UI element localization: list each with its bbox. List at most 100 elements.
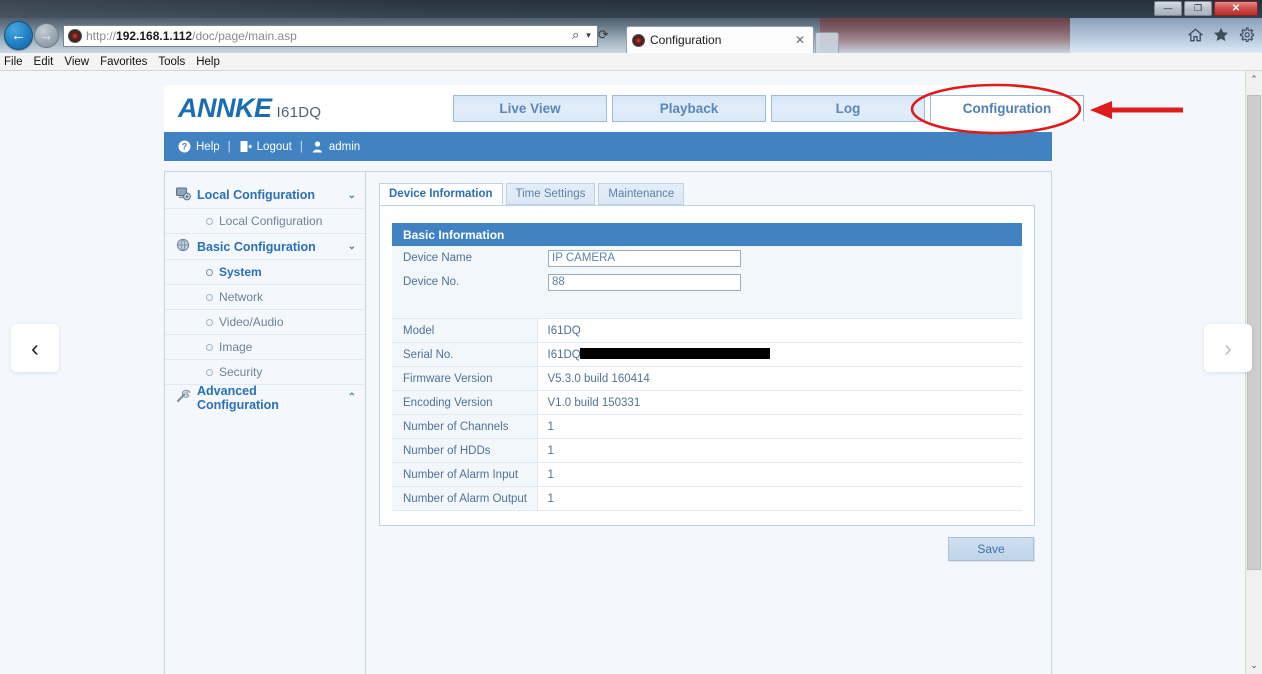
row-label-number-of-hdds: Number of HDDs	[392, 439, 537, 463]
logout-door-icon	[239, 140, 252, 153]
sidebar-item-security[interactable]: Security	[165, 359, 365, 384]
sidebar-group-label: Advanced Configuration	[197, 384, 342, 412]
sidebar-item-label: Image	[219, 340, 252, 354]
page-viewport: ANNKE I61DQ Live View Playback Log Confi…	[0, 71, 1245, 674]
menu-item-view[interactable]: View	[64, 56, 89, 68]
tab-log[interactable]: Log	[771, 95, 925, 122]
radio-bullet-icon	[206, 269, 213, 276]
browser-tab-strip: Configuration ✕	[626, 26, 839, 53]
sub-tab-time-settings[interactable]: Time Settings	[506, 183, 596, 205]
tools-gear-icon[interactable]	[1239, 27, 1254, 42]
row-label-model: Model	[392, 319, 537, 343]
radio-bullet-icon	[206, 369, 213, 376]
browser-tab-configuration[interactable]: Configuration ✕	[626, 26, 814, 53]
url-text: http://192.168.1.112/doc/page/main.asp	[86, 29, 297, 43]
previous-image-button[interactable]: ‹	[11, 324, 59, 372]
title-bar-gloss	[0, 0, 700, 18]
menu-item-edit[interactable]: Edit	[34, 56, 54, 68]
editable-fields-table: Device Name Device No.	[392, 246, 1022, 318]
sidebar-item-video-audio[interactable]: Video/Audio	[165, 309, 365, 334]
help-question-icon: ?	[178, 140, 191, 153]
next-image-button[interactable]: ›	[1204, 324, 1252, 372]
table-row: Model I61DQ	[392, 319, 1022, 343]
user-bar-separator-2: |	[300, 141, 303, 153]
save-button[interactable]: Save	[948, 537, 1034, 561]
window-controls: — ❐ ✕	[1154, 1, 1258, 16]
configuration-body: Local Configuration ⌄ Local Configuratio…	[164, 171, 1052, 674]
sidebar-item-label: Local Configuration	[219, 214, 322, 228]
tab-close-icon[interactable]: ✕	[792, 33, 808, 47]
favorites-star-icon[interactable]	[1213, 27, 1229, 42]
tab-playback[interactable]: Playback	[612, 95, 766, 122]
help-link[interactable]: Help	[196, 141, 220, 153]
row-label-number-of-alarm-input: Number of Alarm Input	[392, 463, 537, 487]
scroll-down-arrow-icon[interactable]: ⌄	[1246, 657, 1262, 674]
radio-bullet-icon	[206, 218, 213, 225]
tab-live-view[interactable]: Live View	[453, 95, 607, 122]
table-row: Device No.	[392, 270, 1022, 294]
row-value-firmware-version: V5.3.0 build 160414	[537, 367, 1022, 391]
chevron-down-icon[interactable]: ⌄	[348, 241, 356, 252]
vertical-scrollbar[interactable]: ⌃ ⌄	[1245, 71, 1262, 674]
user-bar-separator-1: |	[228, 141, 231, 153]
sidebar-group-local-configuration[interactable]: Local Configuration ⌄	[165, 182, 365, 208]
back-button[interactable]: ←	[4, 21, 33, 50]
new-tab-button[interactable]	[815, 32, 839, 53]
field-cell-device-no	[537, 270, 1022, 294]
home-icon[interactable]	[1188, 28, 1203, 42]
menu-item-help[interactable]: Help	[196, 56, 220, 68]
minimize-button[interactable]: —	[1154, 1, 1182, 16]
row-value-number-of-hdds: 1	[537, 439, 1022, 463]
menu-item-favorites[interactable]: Favorites	[100, 56, 147, 68]
device-information-panel: Basic Information Device Name Device No.	[379, 205, 1035, 526]
browser-toolbar-icons	[1188, 27, 1254, 42]
row-value-model: I61DQ	[537, 319, 1022, 343]
menu-bar: File Edit View Favorites Tools Help	[0, 53, 1262, 71]
sidebar-item-label: System	[219, 265, 262, 279]
scroll-up-arrow-icon[interactable]: ⌃	[1246, 71, 1262, 88]
sidebar-item-network[interactable]: Network	[165, 284, 365, 309]
chevron-up-icon[interactable]: ⌃	[348, 392, 356, 403]
logout-link[interactable]: Logout	[257, 141, 292, 153]
row-value-number-of-alarm-output: 1	[537, 487, 1022, 511]
user-bar: ? Help | Logout | admin	[164, 132, 1052, 161]
search-icon[interactable]: ⌕	[572, 27, 579, 43]
user-person-icon	[311, 140, 324, 153]
brand-block: ANNKE I61DQ	[178, 93, 321, 124]
monitor-gear-icon	[176, 187, 191, 204]
sidebar-group-basic-configuration[interactable]: Basic Configuration ⌄	[165, 233, 365, 259]
table-row: Serial No. I61DQ	[392, 343, 1022, 367]
sub-tab-device-information[interactable]: Device Information	[379, 183, 503, 205]
row-label-encoding-version: Encoding Version	[392, 391, 537, 415]
chevron-down-icon[interactable]: ▾	[586, 30, 591, 41]
menu-item-tools[interactable]: Tools	[158, 56, 185, 68]
row-value-encoding-version: V1.0 build 150331	[537, 391, 1022, 415]
device-name-input[interactable]	[548, 250, 741, 267]
maximize-button[interactable]: ❐	[1184, 1, 1212, 16]
section-title-basic-information: Basic Information	[392, 223, 1022, 246]
configuration-sidebar: Local Configuration ⌄ Local Configuratio…	[165, 172, 366, 674]
main-nav-tabs: Live View Playback Log Configuration	[453, 95, 1084, 122]
tab-configuration[interactable]: Configuration	[930, 95, 1084, 122]
sub-tab-maintenance[interactable]: Maintenance	[598, 183, 684, 205]
content-sub-tabs: Device Information Time Settings Mainten…	[379, 182, 1035, 205]
chevron-down-icon[interactable]: ⌄	[348, 190, 356, 201]
close-button[interactable]: ✕	[1214, 1, 1258, 16]
address-bar[interactable]: http://192.168.1.112/doc/page/main.asp	[63, 25, 598, 47]
device-no-input[interactable]	[548, 274, 741, 291]
sidebar-item-local-configuration[interactable]: Local Configuration	[165, 208, 365, 233]
sidebar-item-label: Network	[219, 290, 263, 304]
refresh-icon[interactable]: ⟳	[598, 27, 609, 43]
annke-logo: ANNKE	[178, 93, 272, 124]
table-row: Number of HDDs 1	[392, 439, 1022, 463]
browser-tab-title: Configuration	[650, 33, 792, 47]
menu-item-file[interactable]: File	[4, 56, 23, 68]
current-username: admin	[329, 141, 360, 153]
window-title-bar: — ❐ ✕	[0, 0, 1262, 18]
sidebar-item-system[interactable]: System	[165, 259, 365, 284]
url-scheme: http://	[86, 29, 116, 43]
forward-button[interactable]: →	[34, 23, 59, 48]
sidebar-item-image[interactable]: Image	[165, 334, 365, 359]
sidebar-group-advanced-configuration[interactable]: Advanced Configuration ⌃	[165, 384, 365, 410]
address-bar-actions: ⌕ ▾ ⟳	[572, 27, 609, 43]
